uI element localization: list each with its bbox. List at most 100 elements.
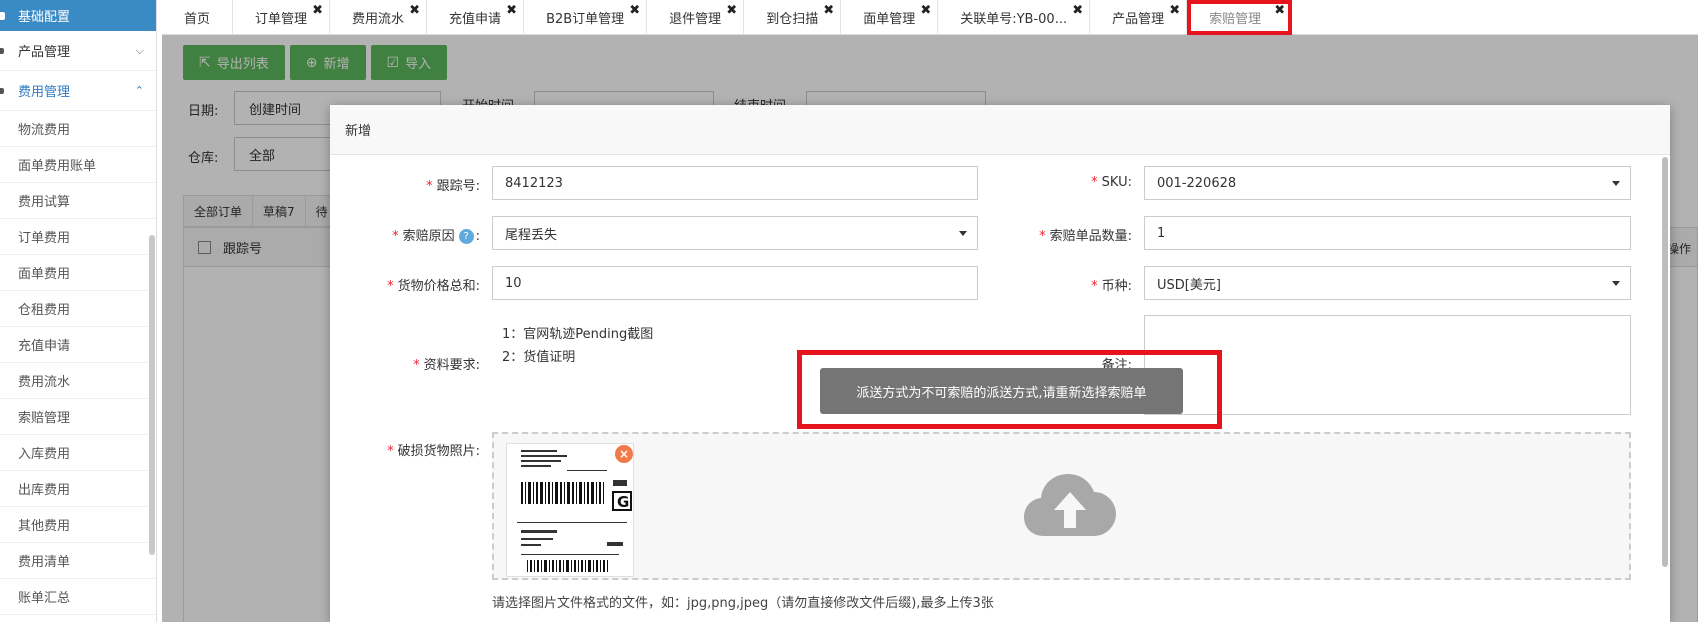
reason-label: * 索赔原因?: — [392, 229, 480, 244]
error-toast: 派送方式为不可索赔的派送方式,请重新选择索赔单 — [820, 368, 1183, 414]
sku-label: * SKU: — [1091, 175, 1132, 190]
tab-returns[interactable]: 退件管理 ✖ — [647, 0, 745, 35]
sidebar-item[interactable]: 仓租费用 — [0, 291, 156, 327]
sidebar-item[interactable]: 面单费用账单 — [0, 147, 156, 183]
sidebar-group-product[interactable]: 产品管理 ⌵ — [0, 31, 156, 71]
sidebar-header[interactable]: 基础配置 — [0, 0, 156, 31]
tab-label: 充值申请 — [449, 12, 502, 27]
price-input[interactable]: 10 — [492, 266, 978, 300]
close-icon[interactable]: ✖ — [1169, 3, 1180, 18]
caret-down-icon — [959, 231, 967, 236]
price-label-text: 货物价格总和: — [397, 279, 480, 294]
tracking-value: 8412123 — [505, 175, 563, 191]
tracking-label-text: 跟踪号: — [436, 179, 480, 194]
uploaded-photo-thumbnail[interactable]: G — [506, 443, 634, 577]
required-mark: * — [1091, 175, 1098, 190]
tab-home[interactable]: 首页 — [162, 0, 234, 35]
svg-text:G: G — [617, 493, 629, 511]
tab-labels[interactable]: 面单管理 ✖ — [841, 0, 939, 35]
sidebar-header-marker — [0, 11, 5, 20]
sidebar-item[interactable]: 订单费用 — [0, 219, 156, 255]
price-label: * 货物价格总和: — [387, 275, 480, 294]
upload-hint: 请选择图片文件格式的文件，如：jpg,png,jpeg（请勿直接修改文件后缀),… — [492, 596, 994, 611]
tab-recharge[interactable]: 充值申请 ✖ — [427, 0, 525, 35]
delete-photo-icon[interactable]: × — [615, 445, 633, 463]
photo-label-text: 破损货物照片: — [397, 444, 480, 459]
tab-label: 退件管理 — [669, 12, 722, 27]
required-mark: * — [413, 358, 420, 373]
close-icon[interactable]: ✖ — [1274, 3, 1285, 18]
required-mark: * — [387, 444, 394, 459]
help-icon[interactable]: ? — [458, 229, 474, 244]
tab-claims[interactable]: 索赔管理 ✖ — [1187, 0, 1293, 35]
sidebar: 基础配置 产品管理 ⌵ 费用管理 ⌃ 物流费用 面单费用账单 费用试算 订单费用… — [0, 0, 157, 622]
sidebar-item-claims[interactable]: 索赔管理 — [0, 399, 156, 435]
cloud-upload-icon — [1024, 474, 1116, 536]
sidebar-item[interactable]: 物流费用 — [0, 111, 156, 147]
quantity-value: 1 — [1157, 225, 1166, 241]
sidebar-group-marker — [0, 87, 4, 94]
tracking-input[interactable]: 8412123 — [492, 166, 978, 200]
caret-down-icon — [1612, 281, 1620, 286]
modal-title: 新增 — [330, 105, 1670, 155]
sidebar-group-label: 费用管理 — [18, 85, 71, 100]
close-icon[interactable]: ✖ — [920, 3, 931, 18]
sku-select[interactable]: 001-220628 — [1144, 166, 1631, 200]
photo-upload-area[interactable]: G × — [492, 432, 1631, 580]
sidebar-item[interactable]: 入库费用 — [0, 435, 156, 471]
caret-down-icon — [1612, 181, 1620, 186]
tab-label: 到仓扫描 — [766, 12, 819, 27]
sidebar-group-marker — [0, 47, 4, 54]
close-icon[interactable]: ✖ — [409, 3, 420, 18]
tab-products[interactable]: 产品管理 ✖ — [1090, 0, 1188, 35]
sidebar-scrollbar[interactable] — [149, 235, 155, 555]
tab-warehouse-scan[interactable]: 到仓扫描 ✖ — [744, 0, 842, 35]
sidebar-group-fees[interactable]: 费用管理 ⌃ — [0, 71, 156, 111]
close-icon[interactable]: ✖ — [506, 3, 517, 18]
tab-orders[interactable]: 订单管理 ✖ — [233, 0, 331, 35]
sidebar-item[interactable]: 账单汇总 — [0, 579, 156, 615]
currency-value: USD[美元] — [1157, 277, 1221, 293]
tab-label: B2B订单管理 — [546, 12, 625, 27]
sku-label-text: SKU: — [1101, 175, 1132, 190]
sidebar-header-label: 基础配置 — [18, 10, 71, 25]
required-mark: * — [426, 179, 433, 194]
close-icon[interactable]: ✖ — [629, 3, 640, 18]
tab-label: 索赔管理 — [1209, 12, 1262, 27]
tab-b2b-orders[interactable]: B2B订单管理 ✖ — [524, 0, 648, 35]
tab-label: 订单管理 — [255, 12, 308, 27]
sidebar-item[interactable]: 充值申请 — [0, 327, 156, 363]
tab-label: 费用流水 — [352, 12, 405, 27]
required-mark: * — [387, 279, 394, 294]
price-value: 10 — [505, 275, 522, 291]
required-mark: * — [1039, 229, 1046, 244]
required-mark: * — [1091, 279, 1098, 294]
sidebar-item[interactable]: 费用流水 — [0, 363, 156, 399]
docs-label: * 资料要求: — [413, 354, 480, 373]
chevron-up-icon: ⌃ — [134, 84, 144, 97]
quantity-input[interactable]: 1 — [1144, 216, 1631, 250]
sidebar-item[interactable]: 费用试算 — [0, 183, 156, 219]
sidebar-item[interactable]: 面单费用 — [0, 255, 156, 291]
close-icon[interactable]: ✖ — [312, 3, 323, 18]
close-icon[interactable]: ✖ — [1072, 3, 1083, 18]
chevron-down-icon: ⌵ — [135, 43, 144, 57]
tab-label: 首页 — [184, 12, 211, 27]
tab-linked-number[interactable]: 关联单号:YB-00... ✖ — [938, 0, 1091, 35]
sidebar-item[interactable]: 其他费用 — [0, 507, 156, 543]
quantity-label: * 索赔单品数量: — [1039, 225, 1132, 244]
modal-scrollbar[interactable] — [1662, 157, 1668, 567]
currency-select[interactable]: USD[美元] — [1144, 266, 1631, 300]
tab-bar: 首页 订单管理 ✖ 费用流水 ✖ 充值申请 ✖ B2B订单管理 ✖ 退件管理 ✖ 到仓扫描… — [162, 0, 1698, 35]
reason-select[interactable]: 尾程丢失 — [492, 216, 978, 250]
required-mark: * — [392, 229, 399, 244]
tab-label: 产品管理 — [1112, 12, 1165, 27]
tab-fee-flow[interactable]: 费用流水 ✖ — [330, 0, 428, 35]
sidebar-item[interactable]: 出库费用 — [0, 471, 156, 507]
docs-item: 1：官网轨迹Pending截图 — [502, 327, 654, 342]
shipping-label-image: G — [507, 444, 633, 576]
close-icon[interactable]: ✖ — [823, 3, 834, 18]
sidebar-group-label: 产品管理 — [18, 45, 71, 60]
sidebar-item[interactable]: 费用清单 — [0, 543, 156, 579]
close-icon[interactable]: ✖ — [726, 3, 737, 18]
